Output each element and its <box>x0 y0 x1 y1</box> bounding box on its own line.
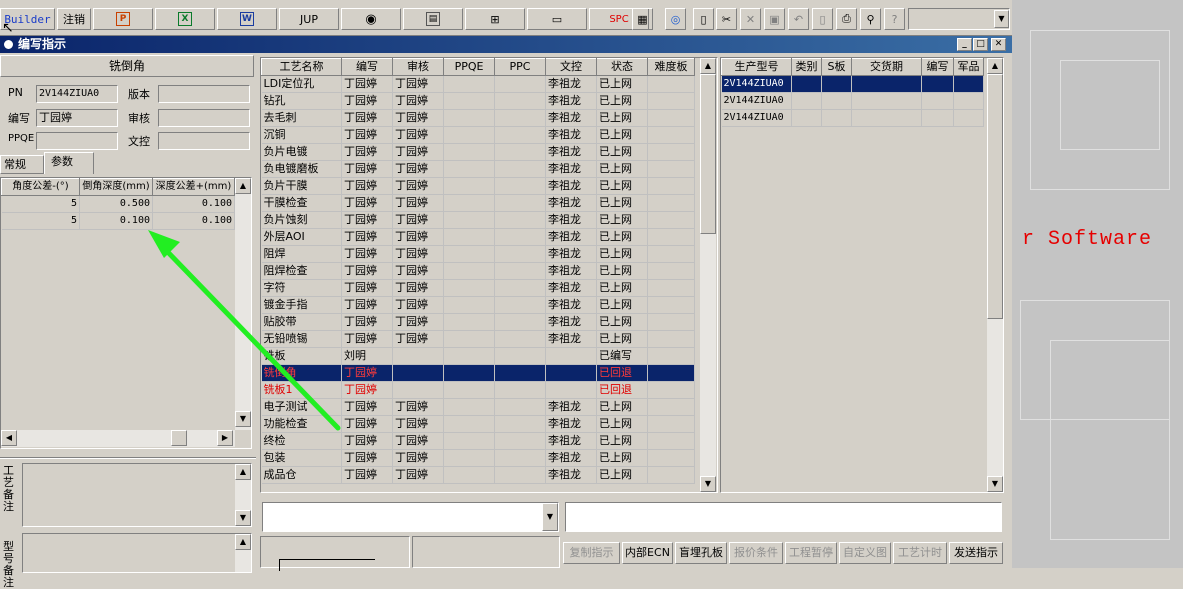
desktop-background: r Software <box>1010 0 1183 568</box>
toolbar-combo[interactable]: ▼ <box>908 8 1010 30</box>
eye-icon: ◉ <box>365 11 377 27</box>
cabinet-icon: ▤ <box>426 12 440 26</box>
calculator-icon: ▦ <box>637 12 648 26</box>
excel-icon: X <box>178 12 192 26</box>
undo-icon: ↶ <box>793 12 804 26</box>
monitor-icon: ▭ <box>551 12 563 26</box>
word-button[interactable]: W <box>217 8 277 30</box>
annotation-arrow <box>148 230 341 431</box>
save-icon: ▣ <box>769 12 780 26</box>
help-button[interactable]: ? <box>884 8 905 30</box>
network-icon: ⊞ <box>490 12 500 26</box>
main-toolbar: Builder ↖ 注销 P X W JUP ◉ ▤ ⊞ ▭ SPC ▦ ◎ ▯… <box>0 0 1012 36</box>
globe-icon: ◎ <box>670 12 681 26</box>
print-icon: ⎙ <box>842 12 851 25</box>
find-button[interactable]: ⚲ <box>860 8 881 30</box>
edit-instruction-window: 编写指示 _ □ ✕ 铣倒角 PN 2V144ZIUA0 版本 编写 丁园婷 审… <box>0 36 1012 589</box>
new-button[interactable]: ▯ <box>693 8 714 30</box>
delete-icon: ✕ <box>745 12 756 26</box>
cut-button[interactable]: ✂ <box>716 8 737 30</box>
ppt-button[interactable]: P <box>93 8 153 30</box>
preview-icon: ▯ <box>819 12 826 26</box>
monitor-button[interactable]: ▭ <box>527 8 587 30</box>
calculator-button[interactable]: ▦ <box>632 8 653 30</box>
preview-button[interactable]: ▯ <box>812 8 833 30</box>
print-button[interactable]: ⎙ <box>836 8 857 30</box>
help-icon: ? <box>891 12 898 26</box>
mouse-cursor-icon: ↖ <box>2 20 14 36</box>
background-software-text: r Software <box>1022 228 1153 251</box>
network-button[interactable]: ⊞ <box>465 8 525 30</box>
delete-button[interactable]: ✕ <box>740 8 761 30</box>
excel-button[interactable]: X <box>155 8 215 30</box>
save-button[interactable]: ▣ <box>764 8 785 30</box>
new-icon: ▯ <box>700 12 707 26</box>
eye-button[interactable]: ◉ <box>341 8 401 30</box>
find-icon: ⚲ <box>866 12 875 26</box>
chevron-down-icon[interactable]: ▼ <box>994 10 1009 28</box>
undo-button[interactable]: ↶ <box>788 8 809 30</box>
globe-button[interactable]: ◎ <box>665 8 686 30</box>
ppt-icon: P <box>116 12 130 26</box>
jup-button[interactable]: JUP <box>279 8 339 30</box>
logout-button[interactable]: 注销 <box>57 8 91 30</box>
cut-icon: ✂ <box>721 12 732 26</box>
word-icon: W <box>240 12 254 26</box>
cabinet-button[interactable]: ▤ <box>403 8 463 30</box>
